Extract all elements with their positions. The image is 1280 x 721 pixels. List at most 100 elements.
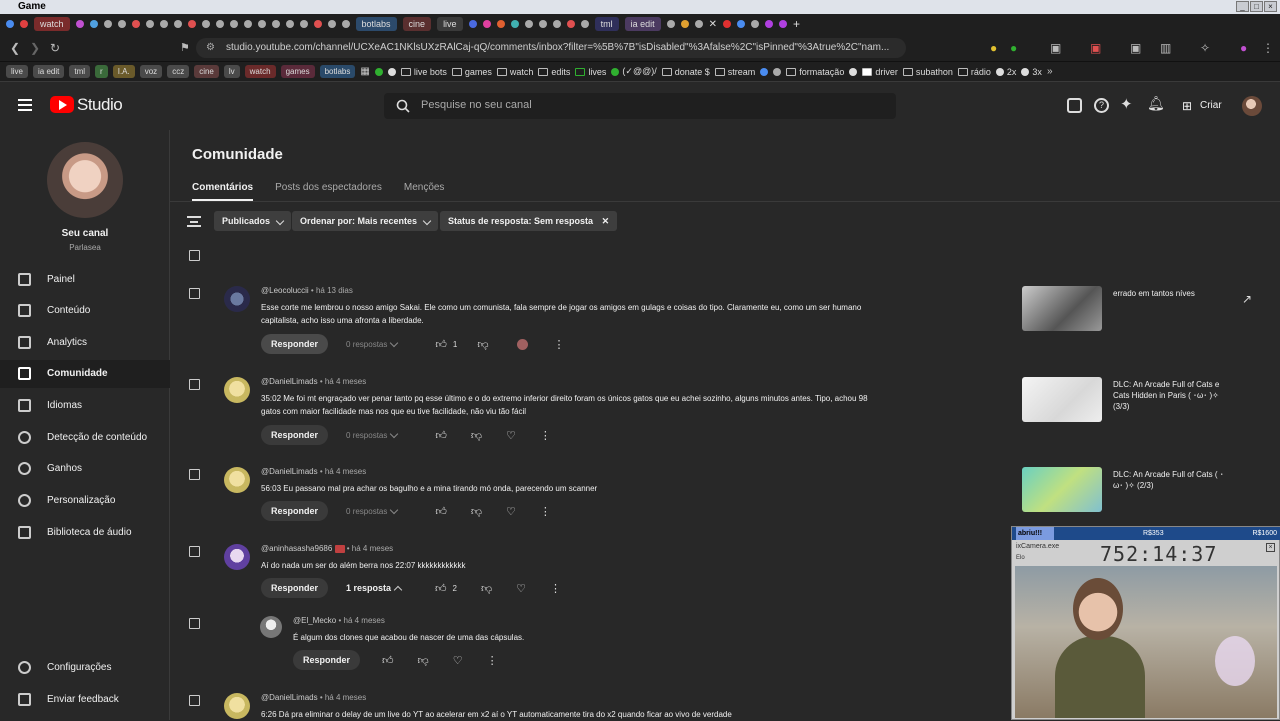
filter-publicados[interactable]: Publicados [214,211,291,231]
sidebar-item-deteccao[interactable]: Detecção de conteúdo [0,424,170,452]
video-thumbnail[interactable] [1022,467,1102,512]
dislike-icon[interactable]: 👎︎ [477,338,488,351]
tab-icon[interactable] [666,20,675,28]
dislike-icon[interactable]: 👎︎ [418,654,429,667]
tab-icon[interactable] [173,20,182,28]
tab-watch[interactable]: watch [34,17,70,31]
more-bookmarks-icon[interactable]: » [1047,66,1053,77]
tab-icon[interactable] [299,20,308,28]
tab-icon[interactable] [285,20,294,28]
comment-author[interactable]: @DanielLimads [261,693,318,702]
bookmark-chip[interactable]: lv [223,65,240,78]
new-tab-icon[interactable]: + [793,17,800,31]
studio-logo-text[interactable]: Studio [77,95,123,115]
forward-arrow-icon[interactable]: ❯ [30,41,40,55]
bookmark-chip[interactable]: voz [139,65,163,78]
tab-icon[interactable] [159,20,168,28]
video-title[interactable]: errado em tantos níves [1113,288,1233,299]
tab-icon[interactable] [510,20,519,28]
reply-button[interactable]: Responder [261,578,329,598]
tab-icon[interactable] [271,20,280,28]
bookmark-icon[interactable] [773,67,782,76]
heart-icon[interactable]: ♡ [506,505,516,518]
sidebar-item-conteudo[interactable]: Conteúdo [0,297,170,325]
tab-icon[interactable] [215,20,224,28]
filter-icon[interactable] [187,216,201,227]
like-icon[interactable]: 👍︎ [435,429,447,442]
tab-icon[interactable] [737,20,745,28]
back-arrow-icon[interactable]: ❮ [10,41,20,55]
extension-icon[interactable]: ● [1010,41,1017,55]
video-thumbnail[interactable] [1022,286,1102,331]
sidebar-item-painel[interactable]: Painel [0,266,170,294]
comment-checkbox[interactable] [189,695,200,706]
more-options-icon[interactable]: ⋮ [487,654,498,667]
more-options-icon[interactable]: ⋮ [550,582,561,595]
replies-toggle[interactable]: 0 respostas [346,429,399,440]
video-thumbnail[interactable] [1022,377,1102,422]
notifications-icon[interactable]: 🔔︎ [1147,95,1165,112]
bookmark-folder[interactable]: watch [496,67,533,77]
tab-ia-edit[interactable]: ia edit [624,17,661,31]
tab-icon[interactable] [145,20,154,28]
tab-icon[interactable] [75,20,84,28]
bookmark-icon[interactable] [760,67,769,76]
filter-reply-status[interactable]: Status de resposta: Sem resposta ✕ [440,211,618,231]
extension-icon[interactable]: ▣ [1090,41,1101,55]
tab-icon[interactable] [131,20,140,28]
bookmark-chip[interactable]: r [95,65,108,78]
bookmark-folder[interactable]: 2x [995,67,1016,77]
video-title[interactable]: DLC: An Arcade Full of Cats ( ･ω･ )✧ (2/… [1113,469,1233,491]
tab-icon[interactable] [341,20,350,28]
reply-button[interactable]: Responder [261,501,329,521]
url-input[interactable]: ⚙ studio.youtube.com/channel/UCXeAC1NKls… [196,38,906,58]
tab-mencoes[interactable]: Menções [404,182,445,201]
bookmark-folder[interactable]: subathon [902,67,953,77]
reply-button[interactable]: Responder [261,334,329,354]
commenter-avatar[interactable] [224,544,250,570]
messages-icon[interactable] [1067,98,1082,113]
open-external-icon[interactable]: ↗ [1242,292,1252,306]
tab-posts-espectadores[interactable]: Posts dos espectadores [275,182,382,201]
sidebar-item-personalizacao[interactable]: Personalização [0,487,170,515]
extension-icon[interactable]: ▣ [1050,41,1061,55]
tab-icon[interactable] [680,20,689,28]
close-icon[interactable]: × [1266,543,1275,552]
bookmark-icon[interactable] [374,67,383,76]
replies-toggle[interactable]: 0 respostas [346,505,399,516]
tab-icon[interactable] [257,20,266,28]
bookmark-folder[interactable]: live bots [400,67,447,77]
comment-author[interactable]: @DanielLimads [261,377,318,386]
close-icon[interactable]: ✕ [602,216,610,226]
bookmark-chip[interactable]: botlabs [319,65,356,78]
bookmark-icon[interactable] [387,67,396,76]
sidebar-item-biblioteca-audio[interactable]: Biblioteca de áudio [0,519,170,547]
bookmark-folder[interactable]: edits [538,67,570,77]
tab-live[interactable]: live [437,17,463,31]
video-title[interactable]: DLC: An Arcade Full of Cats e Cats Hidde… [1113,379,1233,412]
tab-tml[interactable]: tml [594,17,619,31]
profile-icon[interactable]: ● [1240,41,1247,55]
tab-icon[interactable] [580,20,589,28]
tab-cine[interactable]: cine [402,17,432,31]
sidebar-toggle-icon[interactable]: ▥ [1160,41,1171,55]
comment-author[interactable]: @Leocoluccii [261,286,309,295]
tab-icon[interactable] [566,20,575,28]
close-tab-icon[interactable]: ✕ [709,19,717,30]
create-button[interactable]: ⊞ Criar [1180,95,1225,117]
bookmark-chip[interactable]: ccz [167,65,190,78]
reload-icon[interactable]: ↻ [50,41,60,55]
sparkle-icon[interactable]: ✦ [1120,95,1133,113]
bookmark-folder[interactable]: driver [862,67,898,77]
filter-order[interactable]: Ordenar por: Mais recentes [292,211,438,231]
bookmark-folder[interactable]: 3x [1021,67,1042,77]
bookmark-chip[interactable]: watch [244,65,276,78]
help-icon[interactable]: ? [1094,98,1109,113]
commenter-avatar[interactable] [224,377,250,403]
maximize-button[interactable]: □ [1250,1,1263,12]
tab-botlabs[interactable]: botlabs [355,17,397,31]
record-icon[interactable] [20,20,28,28]
tab-icon[interactable] [694,20,703,28]
tab-icon[interactable] [751,20,759,28]
tab-icon[interactable] [468,20,477,28]
